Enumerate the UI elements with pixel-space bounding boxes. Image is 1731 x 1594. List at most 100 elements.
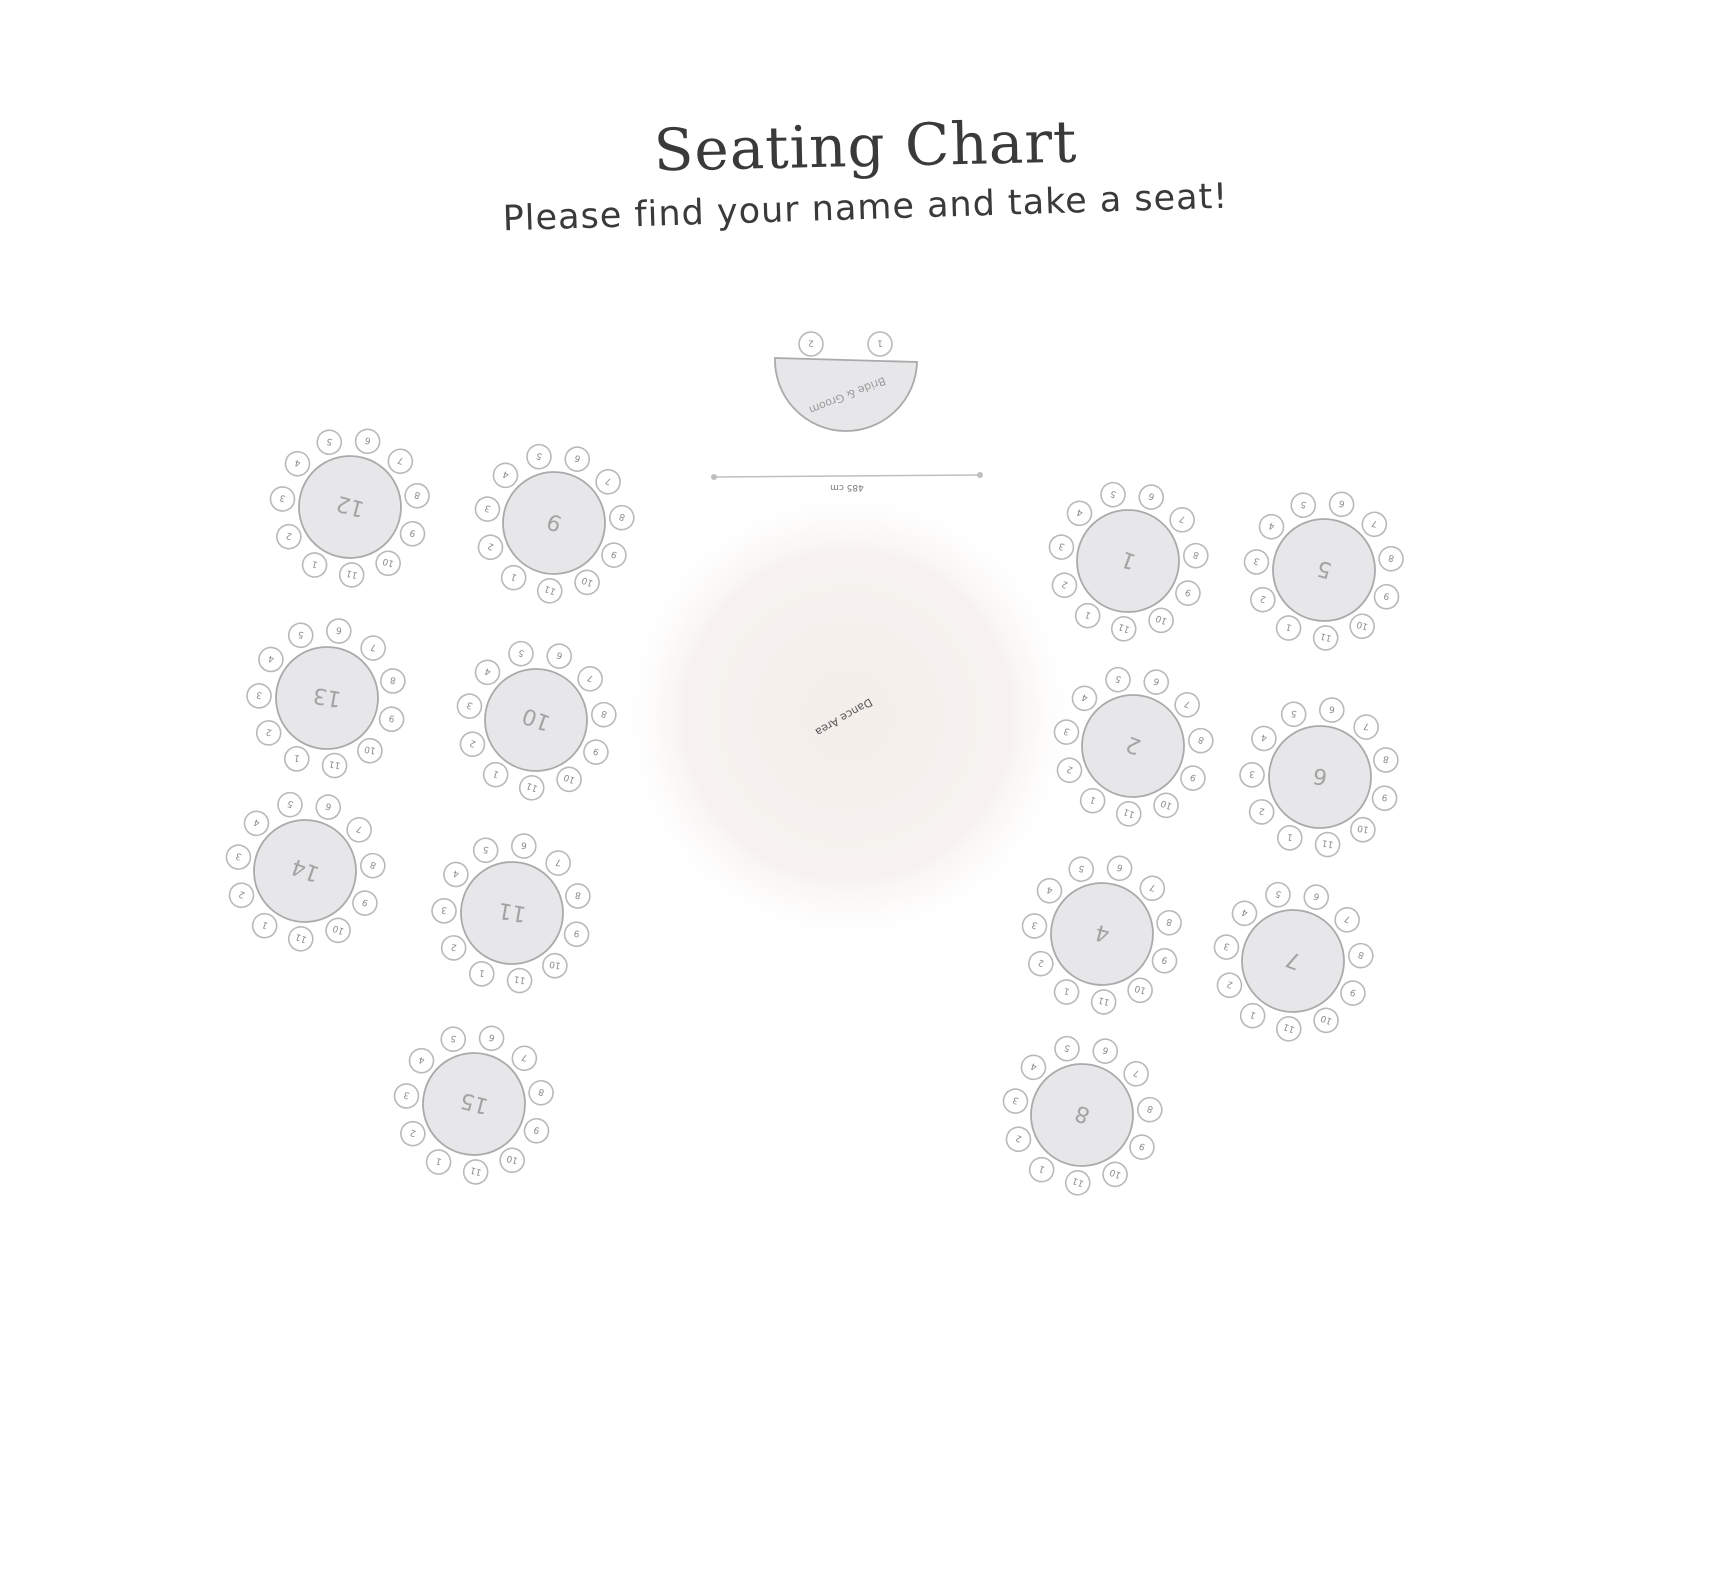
table-7-seat-9[interactable]: 9 — [1338, 978, 1369, 1009]
table-6-seat-4[interactable]: 4 — [1250, 725, 1278, 753]
table-1-seat-11[interactable]: 11 — [1108, 613, 1139, 644]
table-10-seat-9[interactable]: 9 — [581, 737, 612, 768]
table-7-seat-1[interactable]: 1 — [1237, 1000, 1268, 1031]
table-12-seat-10[interactable]: 10 — [373, 549, 402, 578]
table-13-seat-11[interactable]: 11 — [321, 752, 349, 780]
table-11-seat-1[interactable]: 1 — [468, 960, 496, 988]
table-6-seat-1[interactable]: 1 — [1276, 824, 1304, 852]
table-14-seat-2[interactable]: 2 — [226, 880, 257, 911]
table-12-seat-5[interactable]: 5 — [315, 428, 344, 457]
table-11-seat-4[interactable]: 4 — [442, 861, 470, 889]
table-14-seat-5[interactable]: 5 — [275, 789, 306, 820]
table-7-seat-11[interactable]: 11 — [1273, 1013, 1304, 1044]
table-13-seat-5[interactable]: 5 — [287, 621, 315, 649]
table-4-seat-1[interactable]: 1 — [1052, 977, 1081, 1006]
table-15-seat-6[interactable]: 6 — [477, 1024, 506, 1053]
table-9-seat-3[interactable]: 3 — [472, 494, 503, 525]
table-12-seat-7[interactable]: 7 — [386, 447, 415, 476]
table-9-seat-4[interactable]: 4 — [490, 460, 521, 491]
table-7-seat-10[interactable]: 10 — [1311, 1005, 1342, 1036]
table-11-seat-11[interactable]: 11 — [506, 967, 534, 995]
table-7-seat-4[interactable]: 4 — [1229, 898, 1260, 929]
table-15-seat-1[interactable]: 1 — [424, 1147, 453, 1176]
table-14-seat-11[interactable]: 11 — [285, 923, 316, 954]
table-10-seat-11[interactable]: 11 — [516, 772, 547, 803]
table-6-seat-2[interactable]: 2 — [1248, 798, 1276, 826]
table-15-seat-4[interactable]: 4 — [407, 1046, 436, 1075]
table-12-seat-1[interactable]: 1 — [300, 550, 329, 579]
table-4-seat-11[interactable]: 11 — [1089, 987, 1118, 1016]
table-6-seat-10[interactable]: 10 — [1349, 816, 1377, 844]
table-13-seat-7[interactable]: 7 — [359, 634, 387, 662]
table-9-seat-9[interactable]: 9 — [599, 540, 630, 571]
table-12-seat-4[interactable]: 4 — [283, 449, 312, 478]
table-4-seat-5[interactable]: 5 — [1067, 855, 1096, 884]
table-1-seat-4[interactable]: 4 — [1064, 498, 1095, 529]
head-table-seat[interactable]: 1 — [867, 331, 893, 357]
table-15-seat-8[interactable]: 8 — [526, 1078, 555, 1107]
table-11-seat-2[interactable]: 2 — [440, 934, 468, 962]
table-6-seat-8[interactable]: 8 — [1372, 746, 1400, 774]
table-5-seat-4[interactable]: 4 — [1257, 512, 1286, 541]
table-1-seat-6[interactable]: 6 — [1136, 482, 1167, 513]
table-7-seat-7[interactable]: 7 — [1332, 904, 1363, 935]
table-10-seat-4[interactable]: 4 — [472, 657, 503, 688]
table-5-seat-5[interactable]: 5 — [1289, 491, 1318, 520]
table-7-seat-3[interactable]: 3 — [1211, 932, 1242, 963]
table-1-seat-2[interactable]: 2 — [1049, 570, 1080, 601]
table-1-seat-9[interactable]: 9 — [1173, 578, 1204, 609]
table-4-seat-6[interactable]: 6 — [1105, 854, 1134, 883]
table-2-seat-5[interactable]: 5 — [1103, 664, 1134, 695]
table-6-seat-11[interactable]: 11 — [1314, 831, 1342, 859]
table-9-seat-1[interactable]: 1 — [498, 562, 529, 593]
table-15-seat-10[interactable]: 10 — [497, 1146, 526, 1175]
table-10-seat-6[interactable]: 6 — [544, 641, 575, 672]
table-6-seat-5[interactable]: 5 — [1280, 700, 1308, 728]
table-13-seat-10[interactable]: 10 — [356, 737, 384, 765]
table-13-seat-2[interactable]: 2 — [255, 719, 283, 747]
table-2-seat-1[interactable]: 1 — [1077, 785, 1108, 816]
table-14-seat-7[interactable]: 7 — [344, 814, 375, 845]
table-9-seat-2[interactable]: 2 — [475, 532, 506, 563]
table-5-seat-7[interactable]: 7 — [1360, 510, 1389, 539]
table-12-seat-3[interactable]: 3 — [268, 484, 297, 513]
table-11-seat-6[interactable]: 6 — [510, 832, 538, 860]
table-6-seat-6[interactable]: 6 — [1318, 696, 1346, 724]
table-15-seat-7[interactable]: 7 — [510, 1044, 539, 1073]
table-8-seat-1[interactable]: 1 — [1026, 1154, 1057, 1185]
table-14-seat-9[interactable]: 9 — [350, 888, 381, 919]
head-table-seat[interactable]: 2 — [798, 331, 824, 357]
table-14-seat-1[interactable]: 1 — [249, 910, 280, 941]
table-13-seat-1[interactable]: 1 — [283, 745, 311, 773]
table-8-seat-7[interactable]: 7 — [1121, 1058, 1152, 1089]
table-12-seat-8[interactable]: 8 — [402, 481, 431, 510]
table-11-seat-8[interactable]: 8 — [564, 882, 592, 910]
table-5-seat-2[interactable]: 2 — [1248, 585, 1277, 614]
table-12-seat-6[interactable]: 6 — [353, 427, 382, 456]
table-9-seat-11[interactable]: 11 — [534, 575, 565, 606]
table-8-seat-5[interactable]: 5 — [1052, 1033, 1083, 1064]
table-14-seat-3[interactable]: 3 — [223, 842, 254, 873]
table-6-seat-3[interactable]: 3 — [1238, 761, 1266, 789]
table-11-seat-7[interactable]: 7 — [544, 849, 572, 877]
table-13-seat-4[interactable]: 4 — [257, 646, 285, 674]
table-10-seat-1[interactable]: 1 — [480, 759, 511, 790]
table-12-seat-11[interactable]: 11 — [337, 560, 366, 589]
table-15-seat-3[interactable]: 3 — [392, 1081, 421, 1110]
table-8-seat-10[interactable]: 10 — [1100, 1159, 1131, 1190]
table-5-seat-1[interactable]: 1 — [1274, 613, 1303, 642]
table-4-seat-2[interactable]: 2 — [1026, 949, 1055, 978]
table-12-seat-2[interactable]: 2 — [274, 522, 303, 551]
table-9-seat-7[interactable]: 7 — [593, 466, 624, 497]
table-10-seat-10[interactable]: 10 — [554, 764, 585, 795]
table-14-seat-6[interactable]: 6 — [313, 792, 344, 823]
table-13-seat-9[interactable]: 9 — [378, 705, 406, 733]
table-5-seat-3[interactable]: 3 — [1242, 547, 1271, 576]
table-8-seat-2[interactable]: 2 — [1003, 1124, 1034, 1155]
table-6-seat-9[interactable]: 9 — [1371, 784, 1399, 812]
table-4-seat-4[interactable]: 4 — [1035, 876, 1064, 905]
table-10-seat-5[interactable]: 5 — [506, 638, 537, 669]
table-10-seat-2[interactable]: 2 — [457, 729, 488, 760]
table-5-seat-8[interactable]: 8 — [1376, 544, 1405, 573]
table-8-seat-3[interactable]: 3 — [1000, 1086, 1031, 1117]
